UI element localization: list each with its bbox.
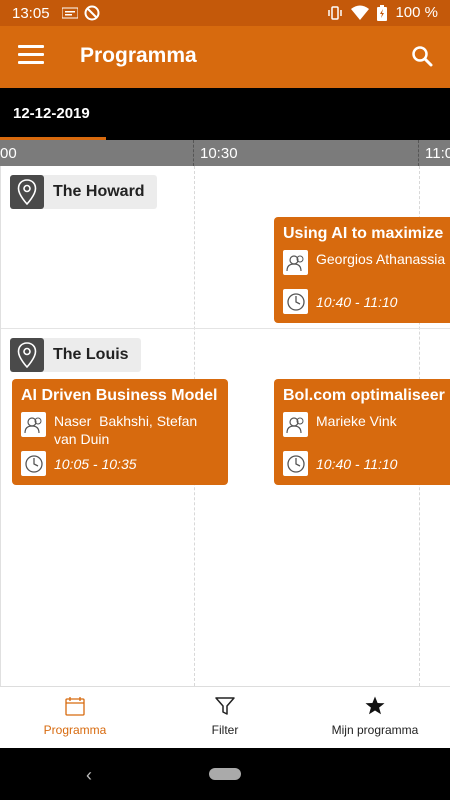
do-not-disturb-icon xyxy=(84,5,100,21)
session-time: 10:40 - 11:10 xyxy=(316,455,398,472)
room-header-the-howard: The Howard xyxy=(10,175,157,209)
app-notification-icon xyxy=(62,7,78,19)
session-card[interactable]: Bol.com optimaliseer Marieke Vink 10:40 … xyxy=(274,379,450,485)
clock-icon xyxy=(21,451,46,476)
room-header-the-louis: The Louis xyxy=(10,338,141,372)
nav-label: Mijn programma xyxy=(331,723,419,737)
room-name: The Howard xyxy=(53,183,145,200)
session-title: Using AI to maximize xyxy=(283,225,444,242)
time-tick: 11:0 xyxy=(418,140,450,166)
battery-icon xyxy=(377,4,388,21)
home-pill[interactable] xyxy=(209,768,241,780)
speaker-icon xyxy=(283,412,308,437)
clock-icon xyxy=(283,451,308,476)
app-bar: Programma xyxy=(0,26,450,88)
session-card[interactable]: AI Driven Business Model Naser Bakhshi, … xyxy=(12,379,228,485)
status-time: 13:05 xyxy=(12,5,50,22)
star-icon xyxy=(365,696,385,715)
date-tab-label: 12-12-2019 xyxy=(13,105,90,122)
status-right-icons: 100 % xyxy=(327,4,438,21)
search-icon[interactable] xyxy=(410,44,434,68)
time-tick: 10:30 xyxy=(193,140,238,166)
clock-icon xyxy=(283,289,308,314)
nav-label: Filter xyxy=(211,723,239,737)
nav-label: Programma xyxy=(43,723,107,737)
time-tick: 00 xyxy=(0,145,17,162)
session-speakers: Naser Bakhshi, Stefan van Duin xyxy=(54,413,202,447)
status-bar: 13:05 100 % xyxy=(0,0,450,26)
session-title: Bol.com optimaliseer xyxy=(283,387,445,404)
page-title: Programma xyxy=(80,44,197,67)
session-speakers: Georgios Athanassia xyxy=(316,251,446,267)
speaker-icon xyxy=(21,412,46,437)
date-tab-bar: 12-12-2019 xyxy=(0,88,450,140)
status-notification-icons xyxy=(62,5,100,21)
session-card[interactable]: Using AI to maximize Georgios Athanassia… xyxy=(274,217,450,323)
nav-mijn-programma[interactable]: Mijn programma xyxy=(300,687,450,749)
vibrate-icon xyxy=(328,5,343,20)
location-pin-icon xyxy=(10,175,44,209)
session-speakers: Marieke Vink xyxy=(316,413,397,429)
schedule-grid[interactable]: The Howard Using AI to maximize Georgios… xyxy=(0,166,450,686)
nav-programma[interactable]: Programma xyxy=(0,687,150,749)
back-icon[interactable]: ‹ xyxy=(86,765,92,786)
menu-icon[interactable] xyxy=(18,45,44,67)
session-title: AI Driven Business Model xyxy=(21,387,218,404)
bottom-navigation: Programma Filter Mijn programma xyxy=(0,686,450,748)
time-ruler: 00 10:30 11:0 xyxy=(0,140,450,166)
battery-level: 100 % xyxy=(395,4,438,21)
wifi-icon xyxy=(351,5,370,20)
date-tab[interactable]: 12-12-2019 xyxy=(0,88,106,140)
nav-filter[interactable]: Filter xyxy=(150,687,300,749)
filter-icon xyxy=(215,697,235,715)
row-separator xyxy=(1,328,450,329)
system-navigation-bar: ‹ xyxy=(0,748,450,800)
speaker-icon xyxy=(283,250,308,275)
calendar-icon xyxy=(65,697,85,716)
session-time: 10:05 - 10:35 xyxy=(54,455,137,472)
session-time: 10:40 - 11:10 xyxy=(316,293,398,310)
room-name: The Louis xyxy=(53,346,129,363)
location-pin-icon xyxy=(10,338,44,372)
